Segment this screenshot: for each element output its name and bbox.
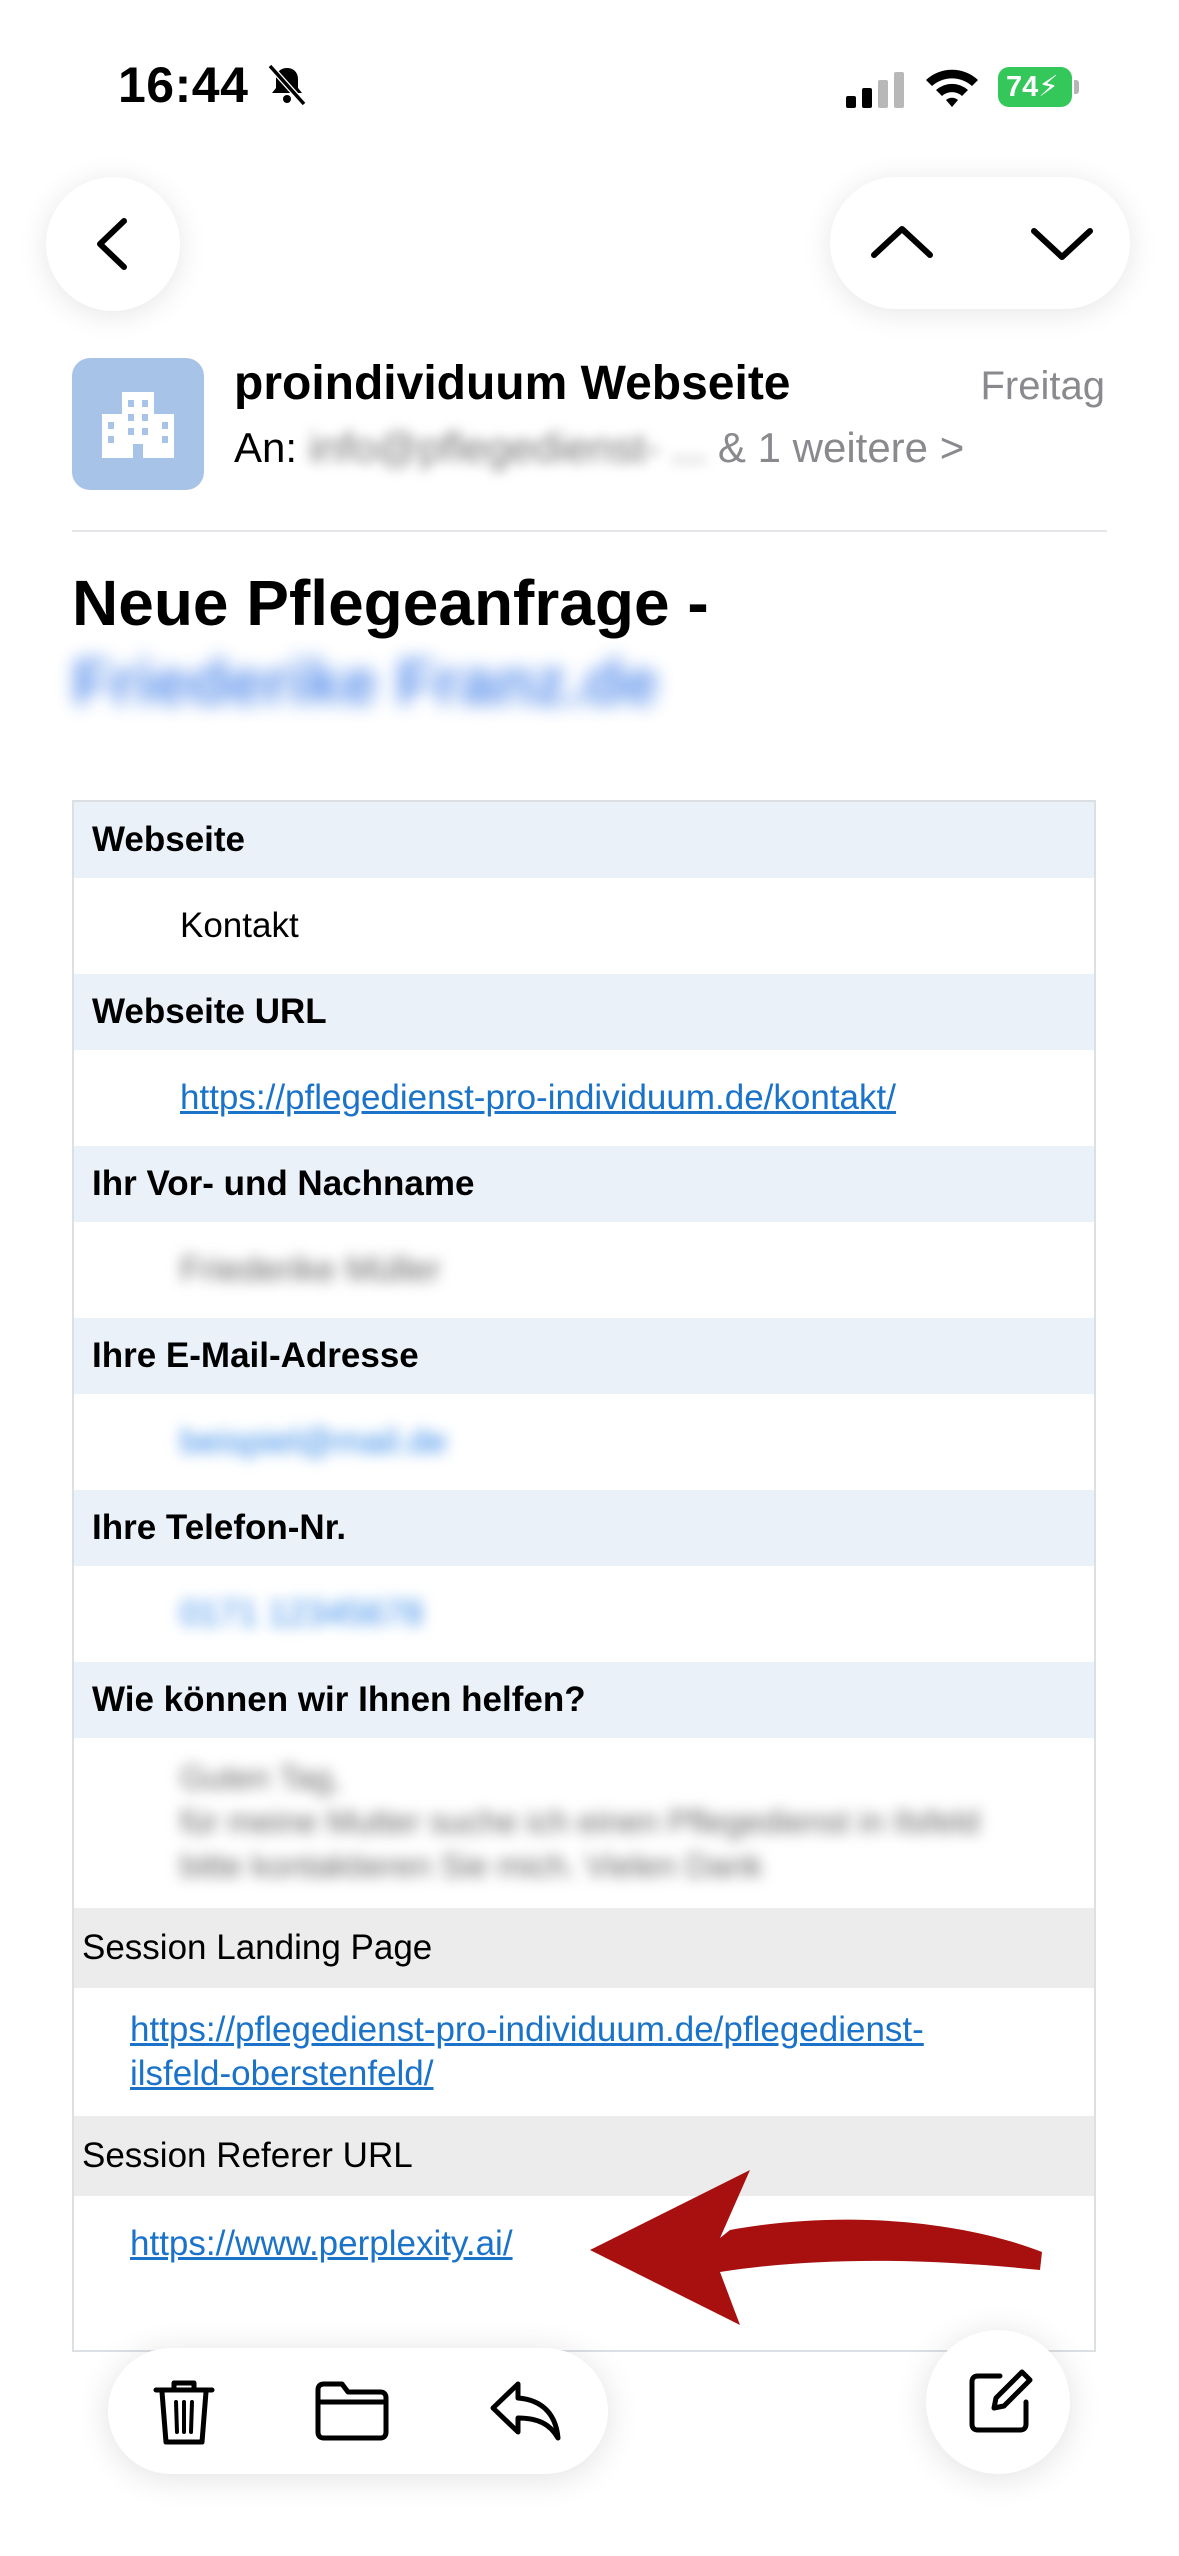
sender-name[interactable]: proindividuum Webseite (234, 356, 791, 411)
form-table: Webseite Kontakt Webseite URL https://pf… (72, 800, 1096, 2352)
building-icon (102, 392, 174, 458)
field-value: Friederike Müller (74, 1222, 1094, 1318)
compose-icon (969, 2369, 1033, 2433)
session-referer-link[interactable]: https://www.perplexity.ai/ (130, 2222, 513, 2266)
folder-icon[interactable] (314, 2380, 390, 2442)
email-value-redacted[interactable]: beispiel@mail.de (180, 1422, 447, 1462)
reply-icon[interactable] (488, 2378, 562, 2442)
recipient-address: info@pflegedienst- ... (308, 424, 707, 471)
trash-icon[interactable] (152, 2378, 216, 2448)
field-label: Wie können wir Ihnen helfen? (74, 1662, 1094, 1738)
sender-avatar (72, 358, 204, 490)
bottom-toolbar (108, 2348, 608, 2474)
chevron-down-icon[interactable] (1030, 225, 1094, 265)
field-value-text: Kontakt (180, 906, 299, 945)
status-time: 16:44 (118, 57, 249, 113)
field-value: Kontakt (74, 878, 1094, 974)
message-line: Guten Tag, (180, 1759, 341, 1796)
header-divider (72, 530, 1107, 532)
back-button[interactable] (46, 177, 180, 311)
cellular-signal-icon (846, 72, 904, 108)
status-bar: 16:44 74⚡ (0, 0, 1179, 150)
session-landing-value: https://pflegedienst-pro-individuum.de/p… (74, 1988, 1094, 2116)
phone-value-redacted[interactable]: 0171 12345678 (180, 1594, 423, 1634)
name-value-redacted: Friederike Müller (180, 1250, 441, 1289)
message-line: für meine Mutter suche ich einen Pfleged… (180, 1803, 980, 1840)
field-label: Webseite URL (74, 974, 1094, 1050)
field-value: 0171 12345678 (74, 1566, 1094, 1662)
field-label: Ihr Vor- und Nachname (74, 1146, 1094, 1222)
compose-button[interactable] (926, 2330, 1070, 2474)
field-value: beispiel@mail.de (74, 1394, 1094, 1490)
battery-level: 74 (1006, 71, 1039, 103)
bell-muted-icon (267, 63, 307, 107)
message-navigation (830, 177, 1130, 309)
mail-subject: Neue Pflegeanfrage - (72, 567, 709, 639)
message-value-redacted: Guten Tag, für meine Mutter suche ich ei… (74, 1738, 1094, 1908)
field-label: Ihre E-Mail-Adresse (74, 1318, 1094, 1394)
webseite-url-link[interactable]: https://pflegedienst-pro-individuum.de/k… (180, 1078, 896, 1118)
to-label: An: (234, 424, 298, 471)
field-label: Ihre Telefon-Nr. (74, 1490, 1094, 1566)
field-label: Webseite (74, 802, 1094, 878)
session-landing-link-cont[interactable]: ilsfeld-oberstenfeld/ (130, 2052, 924, 2096)
annotation-arrow (590, 2170, 1042, 2325)
mail-subject-redacted: Friederike Franz.de (72, 646, 659, 718)
wifi-icon (926, 69, 978, 107)
chevron-left-icon (97, 218, 127, 270)
recipients-row[interactable]: An: info@pflegedienst- ... & 1 weitere > (234, 424, 964, 472)
battery-indicator: 74⚡ (998, 67, 1080, 107)
more-recipients[interactable]: & 1 weitere > (718, 424, 964, 471)
session-landing-link[interactable]: https://pflegedienst-pro-individuum.de/p… (130, 2008, 924, 2052)
chevron-up-icon[interactable] (870, 221, 934, 261)
session-landing-label: Session Landing Page (74, 1908, 1094, 1988)
mail-date: Freitag (980, 364, 1106, 408)
field-value: https://pflegedienst-pro-individuum.de/k… (74, 1050, 1094, 1146)
message-line: bitte kontaktieren Sie mich. Vielen Dank (180, 1847, 763, 1884)
